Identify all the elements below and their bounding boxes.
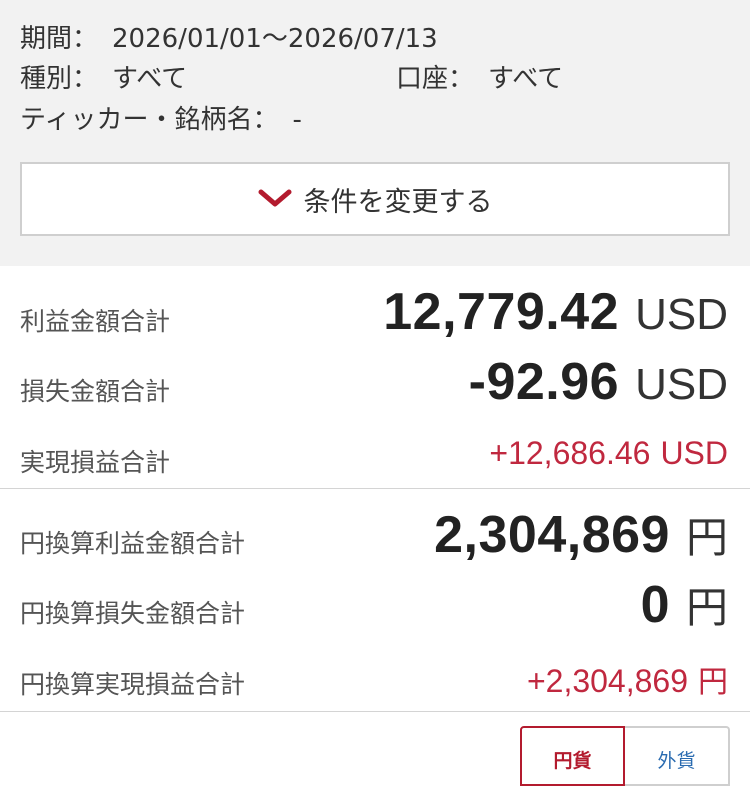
account-label: 口座： [396,64,475,94]
usd-realized-value: +12,686.46 [489,435,651,471]
chevron-down-icon [258,189,291,207]
jpy-profit-row: 円換算利益金額合計 2,304,869 円 [0,502,750,572]
usd-loss-unit: USD [635,360,728,409]
type-filter: 種別： すべて [20,58,187,95]
type-value: すべて [112,64,188,94]
foreign-currency-tab[interactable]: 外貨 [625,726,730,786]
section-divider-bottom [0,711,750,712]
usd-loss-row: 損失金額合計 -92.96 USD [0,350,750,420]
jpy-loss-label: 円換算損失金額合計 [20,599,246,628]
ticker-value: - [292,105,302,135]
section-divider [0,488,750,489]
usd-realized-row: 実現損益合計 +12,686.46 USD [0,425,750,495]
account-filter: 口座： すべて [396,58,563,95]
yen-currency-tab[interactable]: 円貨 [520,726,625,786]
jpy-profit-label: 円換算利益金額合計 [20,529,246,558]
usd-profit-amount: 12,779.42 USD [383,282,728,342]
period-filter: 期間： 2026/01/01〜2026/07/13 [20,18,438,55]
jpy-profit-value: 2,304,869 [434,506,670,564]
change-conditions-label: 条件を変更する [303,186,493,218]
period-label: 期間： [20,24,99,54]
usd-realized-label: 実現損益合計 [20,448,171,477]
usd-loss-amount: -92.96 USD [469,352,728,412]
jpy-realized-unit: 円 [698,665,728,700]
jpy-realized-label: 円換算実現損益合計 [20,670,246,699]
ticker-label: ティッカー・銘柄名： [20,105,279,135]
usd-profit-label: 利益金額合計 [20,307,171,336]
usd-loss-label: 損失金額合計 [20,377,171,406]
usd-profit-value: 12,779.42 [383,283,620,341]
period-value: 2026/01/01〜2026/07/13 [112,24,438,54]
jpy-loss-value: 0 [640,576,670,634]
jpy-realized-value: +2,304,869 [526,663,688,699]
currency-toggle: 円貨 外貨 [520,726,730,786]
filter-summary-panel: 期間： 2026/01/01〜2026/07/13 種別： すべて 口座： すべて テ… [0,0,750,266]
usd-profit-unit: USD [635,290,728,339]
usd-realized-unit: USD [660,435,728,471]
jpy-realized-amount: +2,304,869 円 [527,657,728,701]
jpy-profit-amount: 2,304,869 円 [434,504,728,565]
jpy-profit-unit: 円 [685,513,728,562]
ticker-filter: ティッカー・銘柄名： - [20,99,302,136]
jpy-loss-unit: 円 [685,583,728,632]
usd-loss-value: -92.96 [468,353,620,411]
change-conditions-button[interactable]: 条件を変更する [20,162,730,236]
jpy-realized-row: 円換算実現損益合計 +2,304,869 円 [0,645,750,715]
type-label: 種別： [20,64,99,94]
usd-profit-row: 利益金額合計 12,779.42 USD [0,280,750,350]
jpy-loss-amount: 0 円 [641,574,728,635]
jpy-loss-row: 円換算損失金額合計 0 円 [0,572,750,642]
account-value: すべて [488,64,564,94]
usd-realized-amount: +12,686.46 USD [489,435,728,472]
